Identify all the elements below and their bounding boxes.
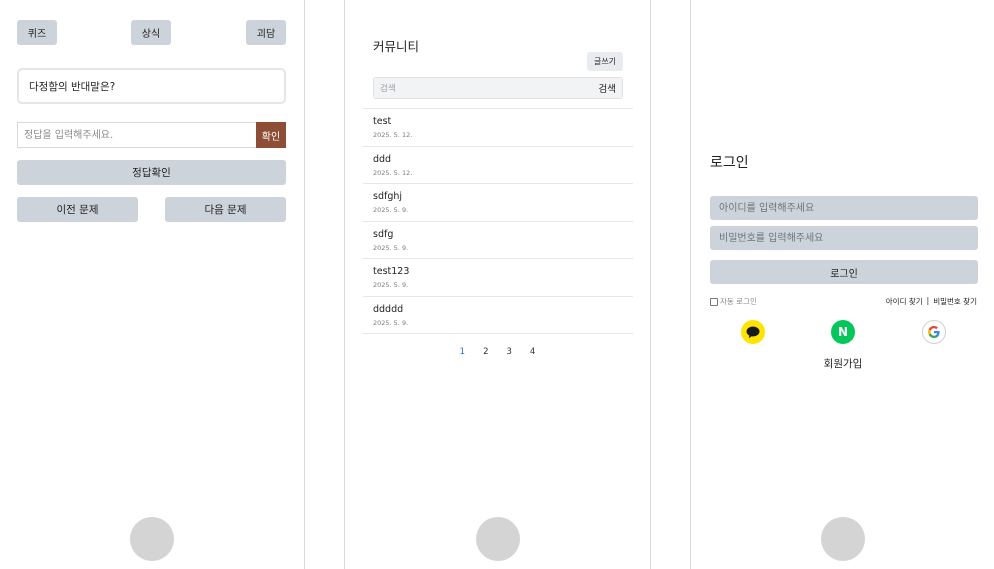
confirm-button[interactable]: 확인 [256,122,286,148]
answer-input[interactable] [17,122,256,148]
home-button[interactable] [820,517,865,561]
auto-login-label: 자동 로그인 [720,297,757,306]
page-title: 로그인 [710,155,749,171]
post-title: test [373,116,392,127]
post-date: 2025. 5. 9. [373,206,409,214]
username-input[interactable] [710,196,978,220]
search-bar: 검색 검색 [373,77,623,99]
google-icon[interactable] [922,320,946,344]
post-list: test 2025. 5. 12. ddd 2025. 5. 12. sdfgh… [363,108,633,334]
home-button[interactable] [130,517,174,561]
post-date: 2025. 5. 9. [373,318,409,327]
naver-letter: N [837,325,849,339]
page-link-3[interactable]: 3 [507,347,512,357]
next-question-button[interactable]: 다음 문제 [165,197,286,222]
post-title: sdfghj [373,191,403,202]
post-title: test123 [373,266,410,277]
answer-row: 확인 [17,122,286,148]
post-date: 2025. 5. 12. [373,168,413,177]
post-title: ddddd [373,303,404,315]
community-screen: 커뮤니티 글쓰기 검색 검색 test 2025. 5. 12. ddd 202… [344,0,651,569]
post-title: ddd [373,153,392,165]
signup-link[interactable]: 회원가입 [691,356,994,371]
link-separator: | [926,296,930,305]
category-quiz-button[interactable]: 퀴즈 [17,20,57,45]
pagination: 1 2 3 4 [345,347,650,357]
checkbox-box[interactable] [710,297,718,306]
kakao-icon[interactable] [741,320,765,344]
list-item[interactable]: sdfghj 2025. 5. 9. [363,184,633,222]
previous-question-button[interactable]: 이전 문제 [17,197,138,222]
post-date: 2025. 5. 12. [373,131,413,139]
quiz-screen: 퀴즈 상식 괴담 다정함의 반대말은? 확인 정답확인 이전 문제 다음 문제 [0,0,305,569]
list-item[interactable]: sdfg 2025. 5. 9. [363,222,633,259]
naver-icon[interactable]: N [831,320,855,344]
auto-login-checkbox[interactable]: 자동 로그인 [710,296,757,307]
page-link-2[interactable]: 2 [483,347,488,357]
page-link-1[interactable]: 1 [460,347,465,357]
question-text: 다정함의 반대말은? [29,80,116,93]
category-ghost-story-button[interactable]: 괴담 [246,20,286,45]
account-links: 아이디 찾기 | 비밀번호 찾기 [886,296,977,307]
password-input[interactable] [710,226,978,250]
chat-bubble-icon [746,326,760,338]
list-item[interactable]: test123 2025. 5. 9. [363,259,633,297]
login-button[interactable]: 로그인 [710,260,978,284]
post-date: 2025. 5. 9. [373,243,409,252]
search-button[interactable]: 검색 [599,81,616,95]
home-button[interactable] [475,517,520,561]
find-password-link[interactable]: 비밀번호 찾기 [933,296,977,307]
post-title: sdfg [373,228,394,240]
category-common-sense-button[interactable]: 상식 [131,20,171,45]
page-link-4[interactable]: 4 [530,347,535,357]
list-item[interactable]: ddd 2025. 5. 12. [363,147,633,184]
search-input[interactable]: 검색 [380,82,396,94]
question-box: 다정함의 반대말은? [17,68,286,104]
list-item[interactable]: test 2025. 5. 12. [363,109,633,147]
write-post-button[interactable]: 글쓰기 [587,52,623,71]
login-screen: 로그인 로그인 자동 로그인 아이디 찾기 | 비밀번호 찾기 N 회원가입 [690,0,994,569]
list-item[interactable]: ddddd 2025. 5. 9. [363,297,633,334]
page-title: 커뮤니티 [373,39,420,54]
google-g-icon [928,326,940,338]
find-id-link[interactable]: 아이디 찾기 [886,296,923,307]
post-date: 2025. 5. 9. [373,281,409,289]
check-answer-button[interactable]: 정답확인 [17,160,286,185]
